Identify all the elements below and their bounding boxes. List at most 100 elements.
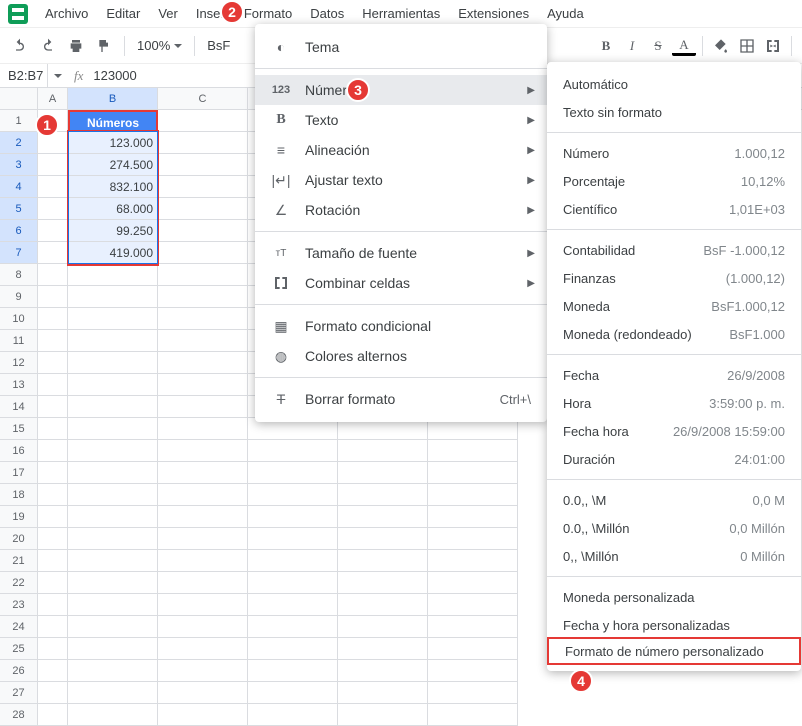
submenu-item-cust-2[interactable]: 0,, \Millón0 Millón bbox=[547, 542, 801, 570]
menu-item-wrap[interactable]: |↵| Ajustar texto ▶ bbox=[255, 165, 547, 195]
cell[interactable] bbox=[158, 154, 248, 176]
strikethrough-button[interactable]: S bbox=[646, 34, 670, 58]
select-all-corner[interactable] bbox=[0, 88, 38, 109]
cell[interactable] bbox=[38, 528, 68, 550]
cell[interactable] bbox=[38, 286, 68, 308]
cell[interactable] bbox=[38, 264, 68, 286]
row-header[interactable]: 1 bbox=[0, 110, 38, 132]
cell[interactable] bbox=[338, 638, 428, 660]
zoom-selector[interactable]: 100% bbox=[133, 38, 186, 53]
menu-item-rotate[interactable]: ∠ Rotación ▶ bbox=[255, 195, 547, 225]
cell[interactable] bbox=[68, 352, 158, 374]
cell[interactable] bbox=[158, 374, 248, 396]
row-header[interactable]: 12 bbox=[0, 352, 38, 374]
menu-formato[interactable]: Formato bbox=[235, 2, 301, 25]
menu-item-theme[interactable]: ◐ Tema bbox=[255, 32, 547, 62]
row-header[interactable]: 24 bbox=[0, 616, 38, 638]
submenu-item-date-2[interactable]: Fecha hora26/9/2008 15:59:00 bbox=[547, 417, 801, 445]
cell[interactable]: Números bbox=[68, 110, 158, 132]
cell[interactable] bbox=[158, 418, 248, 440]
cell[interactable] bbox=[248, 440, 338, 462]
cell[interactable] bbox=[158, 682, 248, 704]
cell[interactable] bbox=[158, 352, 248, 374]
submenu-item-custom-currency[interactable]: Moneda personalizada bbox=[547, 583, 801, 611]
cell[interactable] bbox=[38, 638, 68, 660]
cell[interactable] bbox=[38, 198, 68, 220]
cell[interactable] bbox=[428, 704, 518, 726]
cell[interactable] bbox=[338, 682, 428, 704]
cell[interactable] bbox=[158, 638, 248, 660]
row-header[interactable]: 19 bbox=[0, 506, 38, 528]
row-header[interactable]: 27 bbox=[0, 682, 38, 704]
italic-button[interactable]: I bbox=[620, 34, 644, 58]
cell[interactable] bbox=[38, 704, 68, 726]
cell[interactable] bbox=[338, 660, 428, 682]
cell[interactable] bbox=[68, 396, 158, 418]
namebox-dropdown[interactable] bbox=[48, 64, 68, 88]
cell[interactable] bbox=[68, 330, 158, 352]
cell[interactable] bbox=[38, 462, 68, 484]
submenu-item-fin-2[interactable]: MonedaBsF1.000,12 bbox=[547, 292, 801, 320]
cell[interactable] bbox=[68, 374, 158, 396]
menu-item-number[interactable]: 123 Número ▶ bbox=[255, 75, 547, 105]
submenu-item-plain[interactable]: Texto sin formato bbox=[547, 98, 801, 126]
cell[interactable] bbox=[68, 418, 158, 440]
cell[interactable] bbox=[158, 528, 248, 550]
cell[interactable] bbox=[158, 286, 248, 308]
row-header[interactable]: 2 bbox=[0, 132, 38, 154]
submenu-item-fin-1[interactable]: Finanzas(1.000,12) bbox=[547, 264, 801, 292]
cell[interactable] bbox=[338, 440, 428, 462]
cell[interactable] bbox=[158, 506, 248, 528]
cell[interactable] bbox=[248, 506, 338, 528]
merge-cells-button[interactable] bbox=[761, 34, 785, 58]
submenu-item-fin-3[interactable]: Moneda (redondeado)BsF1.000 bbox=[547, 320, 801, 348]
menu-extensiones[interactable]: Extensiones bbox=[449, 2, 538, 25]
cell[interactable] bbox=[338, 704, 428, 726]
cell[interactable] bbox=[428, 682, 518, 704]
cell[interactable] bbox=[428, 572, 518, 594]
menu-datos[interactable]: Datos bbox=[301, 2, 353, 25]
submenu-item-custom-number[interactable]: Formato de número personalizado bbox=[547, 637, 801, 665]
row-header[interactable]: 10 bbox=[0, 308, 38, 330]
menu-ayuda[interactable]: Ayuda bbox=[538, 2, 593, 25]
cell[interactable] bbox=[158, 594, 248, 616]
cell[interactable] bbox=[158, 132, 248, 154]
cell[interactable] bbox=[248, 484, 338, 506]
cell[interactable]: 832.100 bbox=[68, 176, 158, 198]
cell[interactable] bbox=[248, 528, 338, 550]
cell[interactable] bbox=[158, 396, 248, 418]
cell[interactable] bbox=[38, 330, 68, 352]
cell[interactable] bbox=[68, 638, 158, 660]
cell[interactable] bbox=[68, 308, 158, 330]
cell[interactable] bbox=[38, 418, 68, 440]
menu-item-clear[interactable]: T Borrar formato Ctrl+\ bbox=[255, 384, 547, 414]
cell[interactable] bbox=[38, 374, 68, 396]
cell[interactable] bbox=[428, 550, 518, 572]
cell[interactable] bbox=[248, 550, 338, 572]
menu-item-text[interactable]: B Texto ▶ bbox=[255, 105, 547, 135]
cell[interactable] bbox=[158, 572, 248, 594]
cell[interactable] bbox=[428, 528, 518, 550]
submenu-item-date-3[interactable]: Duración24:01:00 bbox=[547, 445, 801, 473]
menu-item-align[interactable]: ≡ Alineación ▶ bbox=[255, 135, 547, 165]
col-header-c[interactable]: C bbox=[158, 88, 248, 109]
cell[interactable] bbox=[158, 440, 248, 462]
cell[interactable] bbox=[158, 198, 248, 220]
cell[interactable] bbox=[68, 440, 158, 462]
bold-button[interactable]: B bbox=[594, 34, 618, 58]
cell[interactable] bbox=[428, 440, 518, 462]
borders-button[interactable] bbox=[735, 34, 759, 58]
menu-item-merge[interactable]: Combinar celdas ▶ bbox=[255, 268, 547, 298]
cell[interactable] bbox=[338, 550, 428, 572]
cell[interactable] bbox=[38, 616, 68, 638]
row-header[interactable]: 16 bbox=[0, 440, 38, 462]
cell[interactable] bbox=[158, 704, 248, 726]
cell[interactable]: 123.000 bbox=[68, 132, 158, 154]
cell[interactable] bbox=[38, 594, 68, 616]
name-box[interactable]: B2:B7 bbox=[0, 64, 48, 87]
row-header[interactable]: 26 bbox=[0, 660, 38, 682]
row-header[interactable]: 4 bbox=[0, 176, 38, 198]
text-color-button[interactable]: A bbox=[672, 36, 696, 56]
cell[interactable] bbox=[428, 660, 518, 682]
menu-item-fontsize[interactable]: тT Tamaño de fuente ▶ bbox=[255, 238, 547, 268]
